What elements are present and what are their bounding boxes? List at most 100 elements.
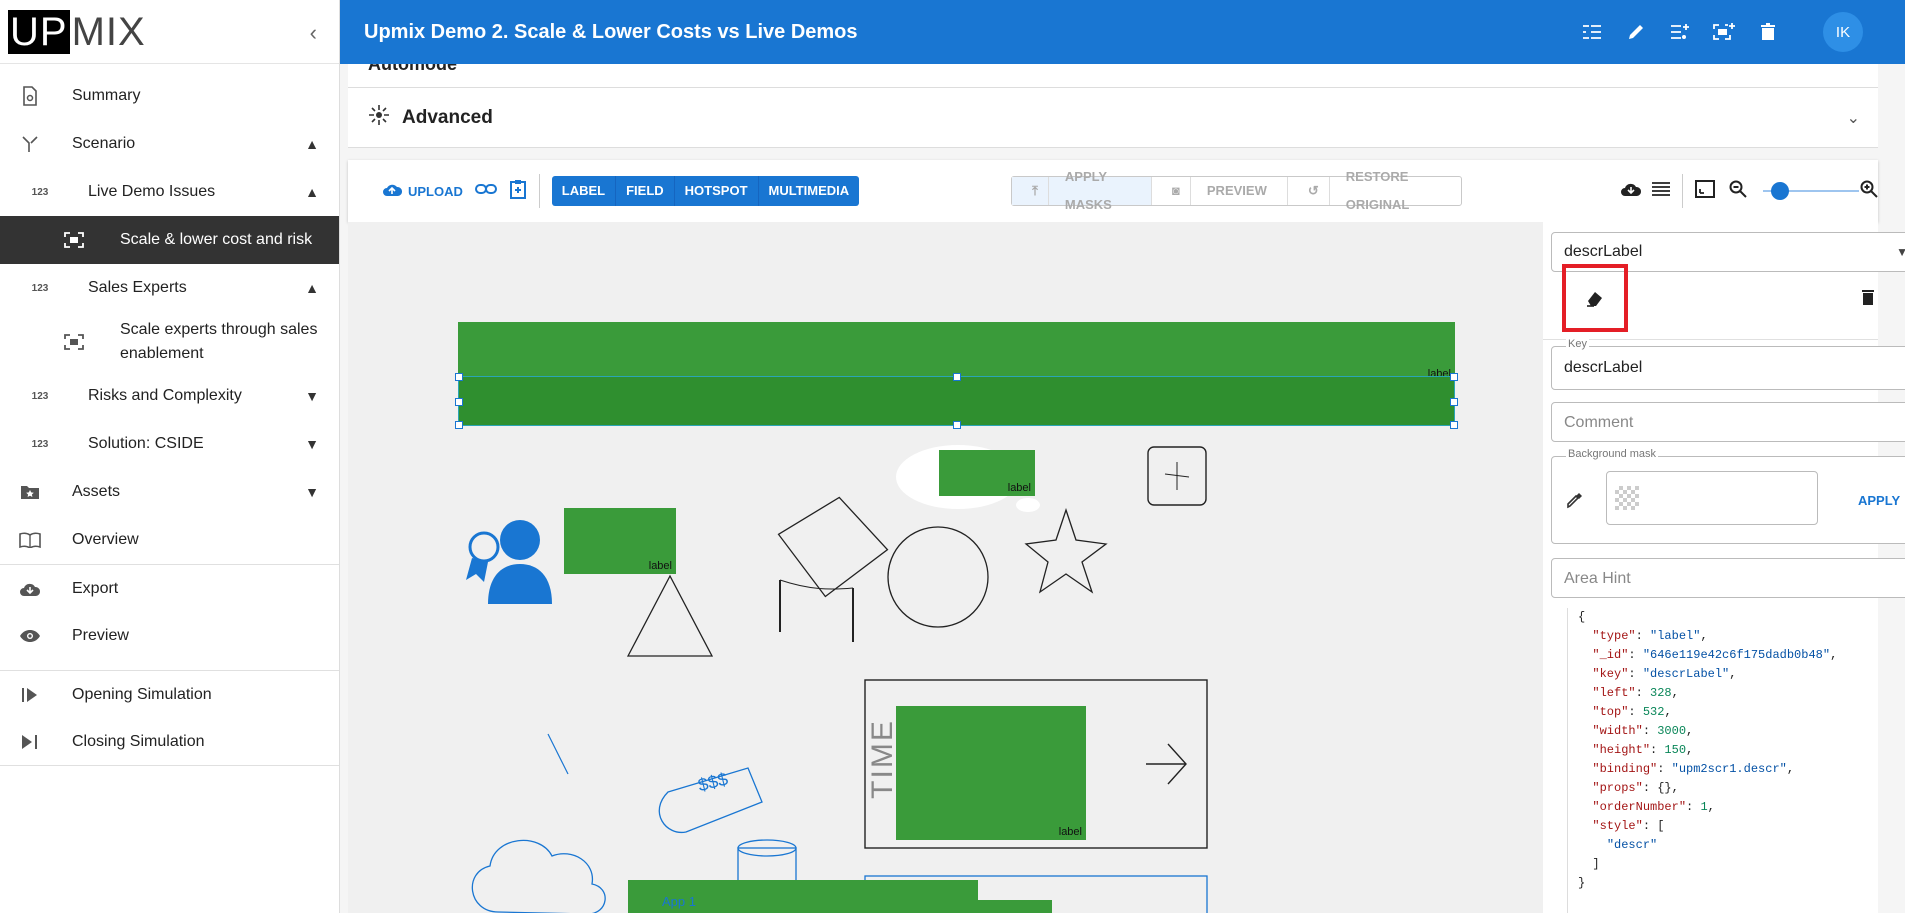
sidebar-item-risks[interactable]: 123 Risks and Complexity ▼ <box>0 372 339 420</box>
eye-icon <box>18 624 42 648</box>
field-type-button[interactable]: FIELD <box>616 176 675 206</box>
resize-handle[interactable] <box>455 373 463 381</box>
resize-handle[interactable] <box>953 373 961 381</box>
sidebar-item-label: Closing Simulation <box>72 732 205 750</box>
eraser-icon[interactable] <box>1585 288 1605 313</box>
chevron-up-icon[interactable]: ▲ <box>305 136 319 152</box>
preview-label: PREVIEW <box>1206 183 1267 198</box>
app-header: Upmix Demo 2. Scale & Lower Costs vs Liv… <box>340 0 1905 64</box>
preview-button[interactable]: ◙ PREVIEW <box>1152 177 1288 205</box>
sidebar-item-scenario[interactable]: Scenario ▲ <box>0 120 339 168</box>
sidebar-item-preview[interactable]: Preview <box>0 612 339 660</box>
resize-handle[interactable] <box>455 398 463 406</box>
mask-label-text: label <box>1007 482 1031 494</box>
sidebar-item-live-demo-issues[interactable]: 123 Live Demo Issues ▲ <box>0 168 339 216</box>
label-mask[interactable] <box>896 900 1052 913</box>
json-props: {} <box>1657 781 1672 795</box>
clipboard-icon[interactable] <box>509 179 527 204</box>
advanced-accordion[interactable]: Advanced ⌄ <box>348 88 1878 148</box>
cloud-download-icon[interactable] <box>1620 181 1642 202</box>
add-screen-icon[interactable] <box>1713 21 1735 43</box>
capture-icon <box>62 330 86 354</box>
key-field[interactable]: Key descrLabel <box>1551 338 1905 390</box>
chevron-down-icon[interactable]: ⌄ <box>1847 108 1860 128</box>
advanced-title: Advanced <box>402 106 493 128</box>
zoom-slider[interactable] <box>1763 181 1860 201</box>
toolbar-divider <box>538 174 540 208</box>
collapse-sidebar-icon[interactable]: ‹ <box>310 20 317 46</box>
resize-handle[interactable] <box>1450 421 1458 429</box>
page-title: Upmix Demo 2. Scale & Lower Costs vs Liv… <box>364 20 858 43</box>
sidebar-item-label: Sales Experts <box>88 279 187 296</box>
menu-lines-icon[interactable] <box>1652 181 1671 201</box>
label-mask[interactable] <box>458 322 1455 376</box>
sidebar-item-opening-simulation[interactable]: Opening Simulation <box>0 670 339 718</box>
label-type-button[interactable]: LABEL <box>552 176 617 206</box>
delete-element-icon[interactable] <box>1861 289 1875 310</box>
upload-arrow-icon: ⤒ <box>1022 177 1049 205</box>
resize-handle[interactable] <box>1450 398 1458 406</box>
apply-mask-button[interactable]: APPLY <box>1858 493 1900 508</box>
label-mask[interactable]: label <box>896 706 1086 840</box>
automode-panel[interactable]: Automode <box>348 64 1878 88</box>
label-mask[interactable]: label <box>564 508 676 574</box>
eyedropper-icon[interactable] <box>1566 491 1584 514</box>
zoom-slider-knob[interactable] <box>1771 182 1790 200</box>
json-key: "descrLabel" <box>1642 667 1730 681</box>
sidebar-item-scale-lower-cost[interactable]: Scale & lower cost and risk <box>0 216 339 264</box>
chevron-up-icon[interactable]: ▲ <box>305 280 319 296</box>
sidebar-item-assets[interactable]: Assets ▼ <box>0 468 339 516</box>
zoom-in-icon[interactable] <box>1860 180 1878 203</box>
sidebar-item-scale-experts[interactable]: Scale experts through sales enablement <box>0 312 339 372</box>
fork-icon <box>18 132 42 156</box>
toolbar-divider <box>1682 174 1684 208</box>
json-order: 1 <box>1700 800 1708 814</box>
sidebar-item-sales-experts[interactable]: 123 Sales Experts ▲ <box>0 264 339 312</box>
upload-button[interactable]: UPLOAD <box>382 183 463 200</box>
element-type-group: LABEL FIELD HOTSPOT MULTIMEDIA <box>551 176 860 206</box>
mask-actions: ⤒ APPLY MASKS ◙ PREVIEW ↺ RESTORE ORIGINAL <box>1011 169 1463 212</box>
zoom-out-icon[interactable] <box>1729 180 1748 203</box>
chevron-down-icon[interactable]: ▼ <box>305 388 319 404</box>
label-mask[interactable]: label <box>939 450 1035 496</box>
skip-next-icon <box>18 730 42 754</box>
avatar[interactable]: IK <box>1823 12 1863 52</box>
app-label: App 1 <box>662 894 696 909</box>
sidebar-item-label: Scale & lower cost and risk <box>120 231 313 248</box>
chevron-down-icon[interactable]: ▼ <box>305 484 319 500</box>
transparent-swatch-icon <box>1615 486 1639 510</box>
cloud-upload-icon <box>382 183 403 200</box>
selection-box[interactable] <box>455 373 1458 429</box>
restore-original-button[interactable]: ↺ RESTORE ORIGINAL <box>1288 169 1462 212</box>
dropdown-arrow-icon[interactable]: ▼ <box>1896 245 1905 259</box>
sidebar-item-label: Live Demo Issues <box>88 183 216 200</box>
resize-handle[interactable] <box>455 421 463 429</box>
chevron-up-icon[interactable]: ▲ <box>305 184 319 200</box>
hotspot-type-button[interactable]: HOTSPOT <box>675 176 759 206</box>
edit-pencil-icon[interactable] <box>1625 21 1647 43</box>
sidebar-item-closing-simulation[interactable]: Closing Simulation <box>0 718 339 766</box>
mask-color-swatch[interactable] <box>1606 471 1818 525</box>
sidebar-item-summary[interactable]: Summary <box>0 72 339 120</box>
delete-icon[interactable] <box>1757 21 1779 43</box>
screen-canvas[interactable]: TIME $$$ label label label label App 1 <box>348 222 1543 913</box>
chevron-down-icon[interactable]: ▼ <box>305 436 319 452</box>
sidebar-item-export[interactable]: Export <box>0 564 339 612</box>
comment-placeholder: Comment <box>1564 414 1634 431</box>
fit-screen-icon[interactable] <box>1695 179 1716 203</box>
link-icon[interactable] <box>474 182 497 201</box>
restore-label: RESTORE ORIGINAL <box>1345 169 1410 212</box>
sparkle-icon <box>368 104 390 131</box>
json-editor[interactable]: { "type": "label", "_id": "646e119e42c6f… <box>1567 608 1897 913</box>
sidebar-item-label: Preview <box>72 627 129 644</box>
list-indent-icon[interactable] <box>1581 21 1603 43</box>
sidebar-item-overview[interactable]: Overview <box>0 516 339 564</box>
resize-handle[interactable] <box>1450 373 1458 381</box>
multimedia-type-button[interactable]: MULTIMEDIA <box>759 176 860 206</box>
sidebar-item-solution[interactable]: 123 Solution: CSIDE ▼ <box>0 420 339 468</box>
add-numbers-icon[interactable] <box>1669 21 1691 43</box>
apply-masks-button[interactable]: ⤒ APPLY MASKS <box>1012 169 1153 212</box>
area-hint-field[interactable]: Area Hint <box>1551 558 1905 598</box>
comment-field[interactable]: Comment <box>1551 402 1905 442</box>
resize-handle[interactable] <box>953 421 961 429</box>
